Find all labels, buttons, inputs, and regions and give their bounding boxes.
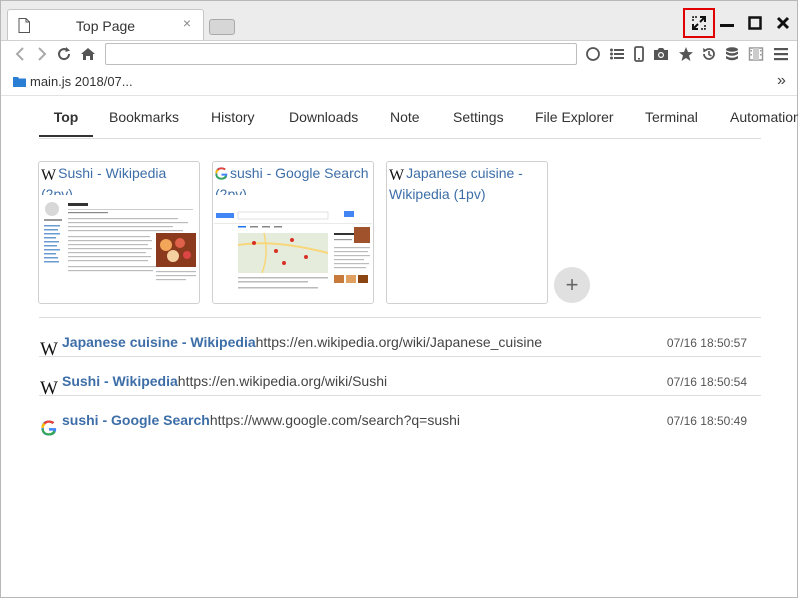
circle-icon[interactable] <box>584 45 602 63</box>
tab-note[interactable]: Note <box>390 99 420 137</box>
tab-terminal[interactable]: Terminal <box>645 99 698 137</box>
list-icon[interactable] <box>608 45 626 63</box>
page-thumbnail <box>214 195 372 302</box>
tab-settings[interactable]: Settings <box>453 99 504 137</box>
bookmark-label: main.js 2018/07... <box>30 74 133 89</box>
tab-top[interactable]: Top <box>39 99 93 137</box>
database-icon[interactable] <box>723 45 741 63</box>
new-tab-button[interactable] <box>209 19 235 35</box>
home-icon[interactable] <box>79 45 97 63</box>
history-timestamp: 07/16 18:50:49 <box>666 414 747 428</box>
history-row[interactable]: W Japanese cuisine - Wikipediahttps://en… <box>39 317 761 360</box>
close-icon[interactable] <box>768 9 798 37</box>
tab-file-explorer[interactable]: File Explorer <box>535 99 614 137</box>
history-icon[interactable] <box>700 45 718 63</box>
history-list: W Japanese cuisine - Wikipediahttps://en… <box>39 317 761 436</box>
history-url: https://en.wikipedia.org/wiki/Japanese_c… <box>255 334 543 350</box>
history-url: https://www.google.com/search?q=sushi <box>209 412 461 428</box>
tab-automation[interactable]: Automation <box>730 99 798 137</box>
star-icon[interactable] <box>677 45 695 63</box>
page-thumbnail <box>40 195 198 302</box>
page-tabs: Top Bookmarks History Downloads Note Set… <box>39 99 798 139</box>
bookmark-bar: main.js 2018/07... » <box>1 68 797 96</box>
history-title[interactable]: sushi - Google Search <box>62 412 210 428</box>
history-title[interactable]: Sushi - Wikipedia <box>62 373 178 389</box>
tab-history[interactable]: History <box>211 99 255 137</box>
camera-icon[interactable] <box>652 45 670 63</box>
history-timestamp: 07/16 18:50:54 <box>666 375 747 389</box>
maximize-icon[interactable] <box>740 9 770 37</box>
add-top-site-button[interactable]: + <box>554 267 590 303</box>
bookmark-overflow-button[interactable]: » <box>777 72 786 90</box>
tab-title: Top Page <box>75 18 136 34</box>
tile-title: Japanese cuisine - Wikipedia (1pv) <box>389 165 523 202</box>
google-icon <box>39 418 59 438</box>
wikipedia-icon: W <box>41 167 57 184</box>
mobile-icon[interactable] <box>630 45 648 63</box>
folder-icon <box>13 77 26 87</box>
browser-tab[interactable]: Top Page × <box>7 9 204 41</box>
title-bar: Top Page × <box>1 1 798 41</box>
minimize-icon[interactable] <box>712 9 742 37</box>
address-bar[interactable] <box>105 43 577 65</box>
history-url: https://en.wikipedia.org/wiki/Sushi <box>177 373 388 389</box>
tab-close-button[interactable]: × <box>183 15 191 31</box>
menu-icon[interactable] <box>772 45 790 63</box>
history-row[interactable]: W Sushi - Wikipediahttps://en.wikipedia.… <box>39 356 761 399</box>
film-icon[interactable] <box>747 45 765 63</box>
top-site-tile[interactable]: W Japanese cuisine - Wikipedia (1pv) <box>386 161 548 304</box>
toolbar <box>1 40 797 68</box>
history-timestamp: 07/16 18:50:57 <box>666 336 747 350</box>
forward-icon[interactable] <box>33 45 51 63</box>
back-icon[interactable] <box>11 45 29 63</box>
top-site-tile[interactable]: sushi - Google Search (2pv) <box>212 161 374 304</box>
history-title[interactable]: Japanese cuisine - Wikipedia <box>62 334 256 350</box>
top-site-tile[interactable]: W Sushi - Wikipedia (2pv) <box>38 161 200 304</box>
tab-downloads[interactable]: Downloads <box>289 99 358 137</box>
tab-bookmarks[interactable]: Bookmarks <box>109 99 179 137</box>
google-icon <box>215 166 228 185</box>
expand-icon[interactable] <box>683 8 715 38</box>
history-row[interactable]: sushi - Google Searchhttps://www.google.… <box>39 395 761 436</box>
reload-icon[interactable] <box>55 45 73 63</box>
wikipedia-icon: W <box>389 167 405 184</box>
